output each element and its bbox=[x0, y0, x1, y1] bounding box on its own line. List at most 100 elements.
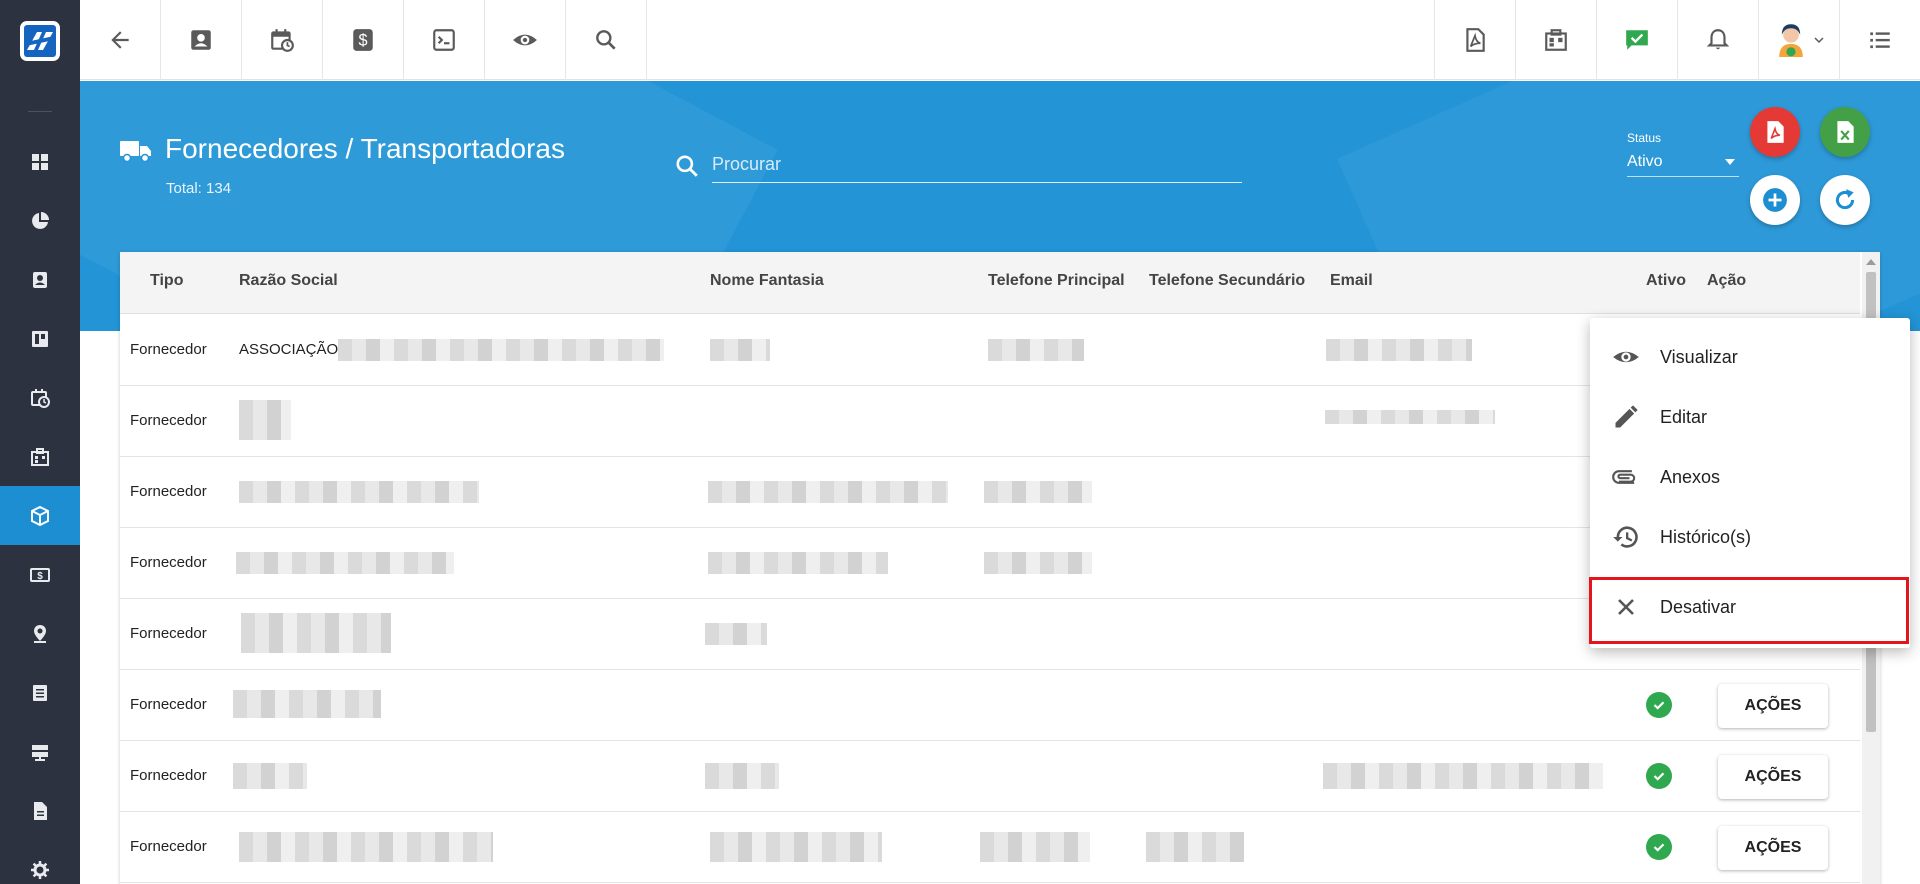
refresh-icon bbox=[1835, 189, 1855, 210]
table-row[interactable]: Fornecedor AÇÕES bbox=[120, 670, 1860, 741]
search-button[interactable] bbox=[566, 0, 647, 80]
chat-check-icon bbox=[1626, 30, 1648, 50]
search-icon bbox=[596, 30, 616, 50]
back-button[interactable] bbox=[80, 0, 161, 80]
redacted-text bbox=[980, 832, 1090, 862]
dashboard-icon bbox=[32, 153, 48, 170]
add-button[interactable] bbox=[1750, 175, 1800, 225]
sidebar-item-contacts[interactable] bbox=[0, 250, 80, 309]
export-pdf-button[interactable] bbox=[1750, 107, 1800, 157]
cell-tipo: Fornecedor bbox=[130, 838, 207, 855]
calendar-icon bbox=[31, 388, 50, 408]
redacted-text bbox=[988, 339, 1084, 361]
contacts-button[interactable] bbox=[161, 0, 242, 80]
table-row[interactable]: Fornecedor AÇÕES bbox=[120, 812, 1860, 883]
contacts-icon bbox=[191, 30, 211, 50]
export-excel-button[interactable] bbox=[1820, 107, 1870, 157]
location-icon bbox=[34, 624, 46, 643]
highlight-box bbox=[1589, 577, 1909, 644]
actions-button[interactable]: AÇÕES bbox=[1718, 684, 1828, 728]
menu-item-visualizar[interactable]: Visualizar bbox=[1590, 328, 1910, 386]
finance-button[interactable]: $ bbox=[323, 0, 404, 80]
redacted-text bbox=[239, 481, 479, 503]
app-logo[interactable] bbox=[20, 21, 60, 61]
actions-button[interactable]: AÇÕES bbox=[1718, 755, 1828, 799]
pdf-icon bbox=[1466, 28, 1485, 52]
pencil-icon bbox=[1615, 405, 1638, 428]
redacted-text bbox=[233, 763, 307, 789]
sidebar-item-dashboard[interactable] bbox=[0, 132, 80, 191]
chevron-down-icon bbox=[1814, 37, 1824, 44]
column-header-acao[interactable]: Ação bbox=[1707, 272, 1746, 290]
back-icon bbox=[111, 31, 129, 49]
menu-item-editar[interactable]: Editar bbox=[1590, 388, 1910, 446]
redacted-text bbox=[984, 481, 1092, 503]
svg-text:$: $ bbox=[358, 31, 367, 49]
sidebar-item-reports[interactable] bbox=[0, 191, 80, 250]
building-icon bbox=[31, 447, 49, 466]
column-header-razao-social[interactable]: Razão Social bbox=[239, 272, 338, 290]
status-label: Status bbox=[1627, 131, 1662, 145]
board-icon bbox=[32, 330, 48, 347]
status-value: Ativo bbox=[1627, 152, 1663, 170]
svg-text:$: $ bbox=[37, 571, 43, 582]
company-button[interactable] bbox=[1515, 0, 1596, 80]
sidebar-item-servers[interactable] bbox=[0, 722, 80, 781]
eye-icon bbox=[513, 34, 537, 46]
money-icon: $ bbox=[30, 567, 50, 582]
main-menu-button[interactable] bbox=[1839, 0, 1920, 80]
redacted-text bbox=[1323, 763, 1603, 789]
column-header-telefone-principal[interactable]: Telefone Principal bbox=[988, 272, 1125, 290]
sidebar-item-locations[interactable] bbox=[0, 604, 80, 663]
menu-item-historico[interactable]: Histórico(s) bbox=[1590, 508, 1910, 566]
server-icon bbox=[32, 744, 48, 761]
history-icon bbox=[1613, 526, 1638, 548]
sidebar-item-company[interactable] bbox=[0, 427, 80, 486]
column-header-email[interactable]: Email bbox=[1330, 272, 1373, 290]
redacted-text bbox=[233, 690, 381, 718]
column-header-telefone-secundario[interactable]: Telefone Secundário bbox=[1149, 272, 1305, 290]
column-header-tipo[interactable]: Tipo bbox=[150, 272, 183, 290]
refresh-button[interactable] bbox=[1820, 175, 1870, 225]
search-input[interactable] bbox=[712, 147, 1242, 183]
top-toolbar: $ bbox=[80, 0, 1920, 80]
plus-circle-icon bbox=[1763, 188, 1787, 212]
eye-icon bbox=[1613, 351, 1639, 363]
sidebar-item-calendar[interactable] bbox=[0, 368, 80, 427]
sidebar-item-finance[interactable]: $ bbox=[0, 545, 80, 604]
redacted-text bbox=[705, 763, 779, 789]
notifications-button[interactable] bbox=[1677, 0, 1758, 80]
cell-tipo: Fornecedor bbox=[130, 483, 207, 500]
redacted-text bbox=[984, 552, 1092, 574]
sidebar-item-board[interactable] bbox=[0, 309, 80, 368]
money-icon: $ bbox=[353, 29, 373, 51]
active-check-icon bbox=[1646, 834, 1672, 860]
terminal-button[interactable] bbox=[404, 0, 485, 80]
active-check-icon bbox=[1646, 763, 1672, 789]
column-header-nome-fantasia[interactable]: Nome Fantasia bbox=[710, 272, 824, 290]
sidebar-item-suppliers[interactable] bbox=[0, 486, 80, 545]
user-menu-button[interactable] bbox=[1758, 0, 1839, 80]
pdf-button[interactable] bbox=[1434, 0, 1515, 80]
sidebar-item-files[interactable] bbox=[0, 781, 80, 840]
sidebar-item-settings[interactable] bbox=[0, 840, 80, 884]
menu-item-label: Anexos bbox=[1660, 466, 1721, 487]
actions-button[interactable]: AÇÕES bbox=[1718, 826, 1828, 870]
pie-chart-icon bbox=[32, 211, 49, 229]
gear-icon bbox=[31, 860, 49, 879]
redacted-text bbox=[710, 832, 882, 862]
column-header-ativo[interactable]: Ativo bbox=[1646, 272, 1686, 290]
package-icon bbox=[31, 505, 49, 526]
sidebar: $ bbox=[0, 0, 80, 884]
cell-tipo: Fornecedor bbox=[130, 412, 207, 429]
total-count: Total: 134 bbox=[166, 180, 232, 197]
menu-item-anexos[interactable]: Anexos bbox=[1590, 448, 1910, 506]
redacted-text bbox=[708, 552, 888, 574]
scroll-up-icon[interactable] bbox=[1866, 259, 1876, 265]
sidebar-item-documents[interactable] bbox=[0, 663, 80, 722]
table-row[interactable]: Fornecedor AÇÕES bbox=[120, 741, 1860, 812]
status-select[interactable]: Ativo bbox=[1627, 147, 1739, 177]
chat-button[interactable] bbox=[1596, 0, 1677, 80]
calendar-button[interactable] bbox=[242, 0, 323, 80]
view-button[interactable] bbox=[485, 0, 566, 80]
